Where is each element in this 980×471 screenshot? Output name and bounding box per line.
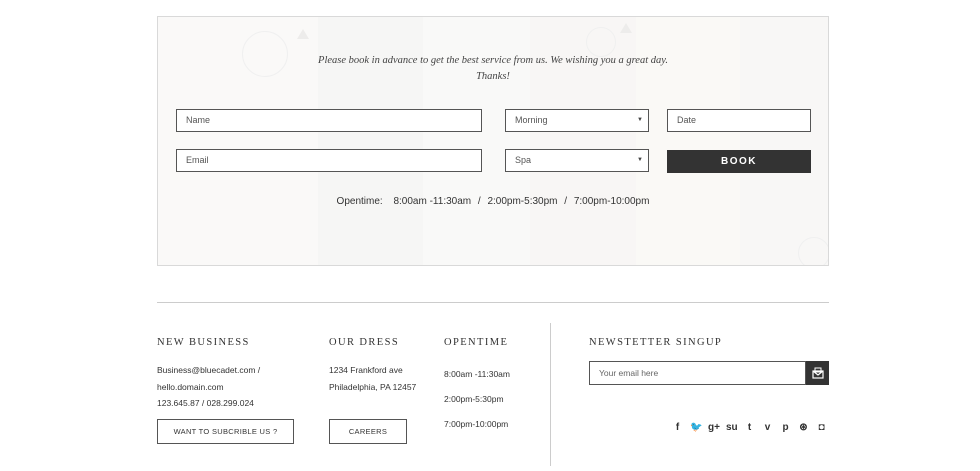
newsletter-title: NEWSTETTER SINGUP xyxy=(589,337,723,348)
opentime-list: 8:00am -11:30am 2:00pm-5:30pm 7:00pm-10:… xyxy=(444,362,510,437)
email-field[interactable]: Email xyxy=(176,149,482,172)
address-text: 1234 Frankford ave Philadelphia, PA 1245… xyxy=(329,362,416,395)
address-city: Philadelphia, PA 12457 xyxy=(329,381,417,392)
service-select-value: Spa xyxy=(515,155,532,165)
opentime-slot: 7:00pm-10:00pm xyxy=(573,196,650,207)
date-placeholder: Date xyxy=(677,115,697,125)
stumbleupon-icon[interactable]: su xyxy=(726,421,738,435)
opentime-slot: 2:00pm-5:30pm xyxy=(487,196,558,207)
email-placeholder: Email xyxy=(186,155,209,165)
address-street: 1234 Frankford ave xyxy=(329,365,403,375)
footer-divider xyxy=(157,302,829,303)
intro-thanks: Thanks! xyxy=(476,71,510,82)
name-field[interactable]: Name xyxy=(176,109,482,132)
name-placeholder: Name xyxy=(186,115,211,125)
opentime-item: 8:00am -11:30am xyxy=(444,369,510,379)
mail-icon xyxy=(811,367,824,379)
time-select-value: Morning xyxy=(515,115,548,125)
business-domain[interactable]: hello.domain.com xyxy=(157,379,260,396)
instagram-icon[interactable]: ◘ xyxy=(816,421,827,435)
chevron-down-icon: ▼ xyxy=(637,117,643,123)
slot-separator: / xyxy=(477,196,481,207)
opentime-item: 7:00pm-10:00pm xyxy=(444,419,509,429)
dribbble-icon[interactable]: ⊛ xyxy=(798,421,809,435)
newsletter-email-input[interactable]: Your email here xyxy=(589,361,806,385)
business-contact: Business@bluecadet.com / hello.domain.co… xyxy=(157,362,260,412)
pinterest-icon[interactable]: p xyxy=(780,421,791,435)
column-divider xyxy=(550,323,551,466)
google-plus-icon[interactable]: g+ xyxy=(708,421,720,435)
date-field[interactable]: Date xyxy=(667,109,811,132)
careers-button[interactable]: CAREERS xyxy=(329,419,407,444)
service-select[interactable]: Spa ▼ xyxy=(505,149,649,172)
twitter-icon[interactable]: 🐦 xyxy=(690,421,702,435)
opentime-line: Opentime: 8:00am -11:30am / 2:00pm-5:30p… xyxy=(158,196,828,207)
business-title: NEW BUSINESS xyxy=(157,337,250,348)
time-select[interactable]: Morning ▼ xyxy=(505,109,649,132)
opentime-slot: 8:00am -11:30am xyxy=(393,196,472,207)
opentime-title: OPENTIME xyxy=(444,337,509,348)
address-title: OUR DRESS xyxy=(329,337,400,348)
subscribe-button[interactable]: WANT TO SUBCRIBLE US ? xyxy=(157,419,294,444)
booking-panel: Please book in advance to get the best s… xyxy=(157,16,829,266)
book-button[interactable]: BOOK xyxy=(667,150,811,173)
business-email[interactable]: Business@bluecadet.com / xyxy=(157,362,260,379)
opentime-item: 2:00pm-5:30pm xyxy=(444,394,504,404)
intro-line: Please book in advance to get the best s… xyxy=(318,55,668,66)
facebook-icon[interactable]: f xyxy=(672,421,683,435)
newsletter-submit-button[interactable] xyxy=(806,361,829,385)
slot-separator: / xyxy=(564,196,568,207)
tumblr-icon[interactable]: t xyxy=(744,421,755,435)
chevron-down-icon: ▼ xyxy=(637,157,643,163)
business-phone: 123.645.87 / 028.299.024 xyxy=(157,398,254,408)
opentime-label: Opentime: xyxy=(336,196,383,207)
booking-intro: Please book in advance to get the best s… xyxy=(158,53,828,85)
vimeo-icon[interactable]: v xyxy=(762,421,773,435)
social-links: f 🐦 g+ su t v p ⊛ ◘ xyxy=(672,421,827,435)
newsletter-placeholder: Your email here xyxy=(599,368,659,378)
